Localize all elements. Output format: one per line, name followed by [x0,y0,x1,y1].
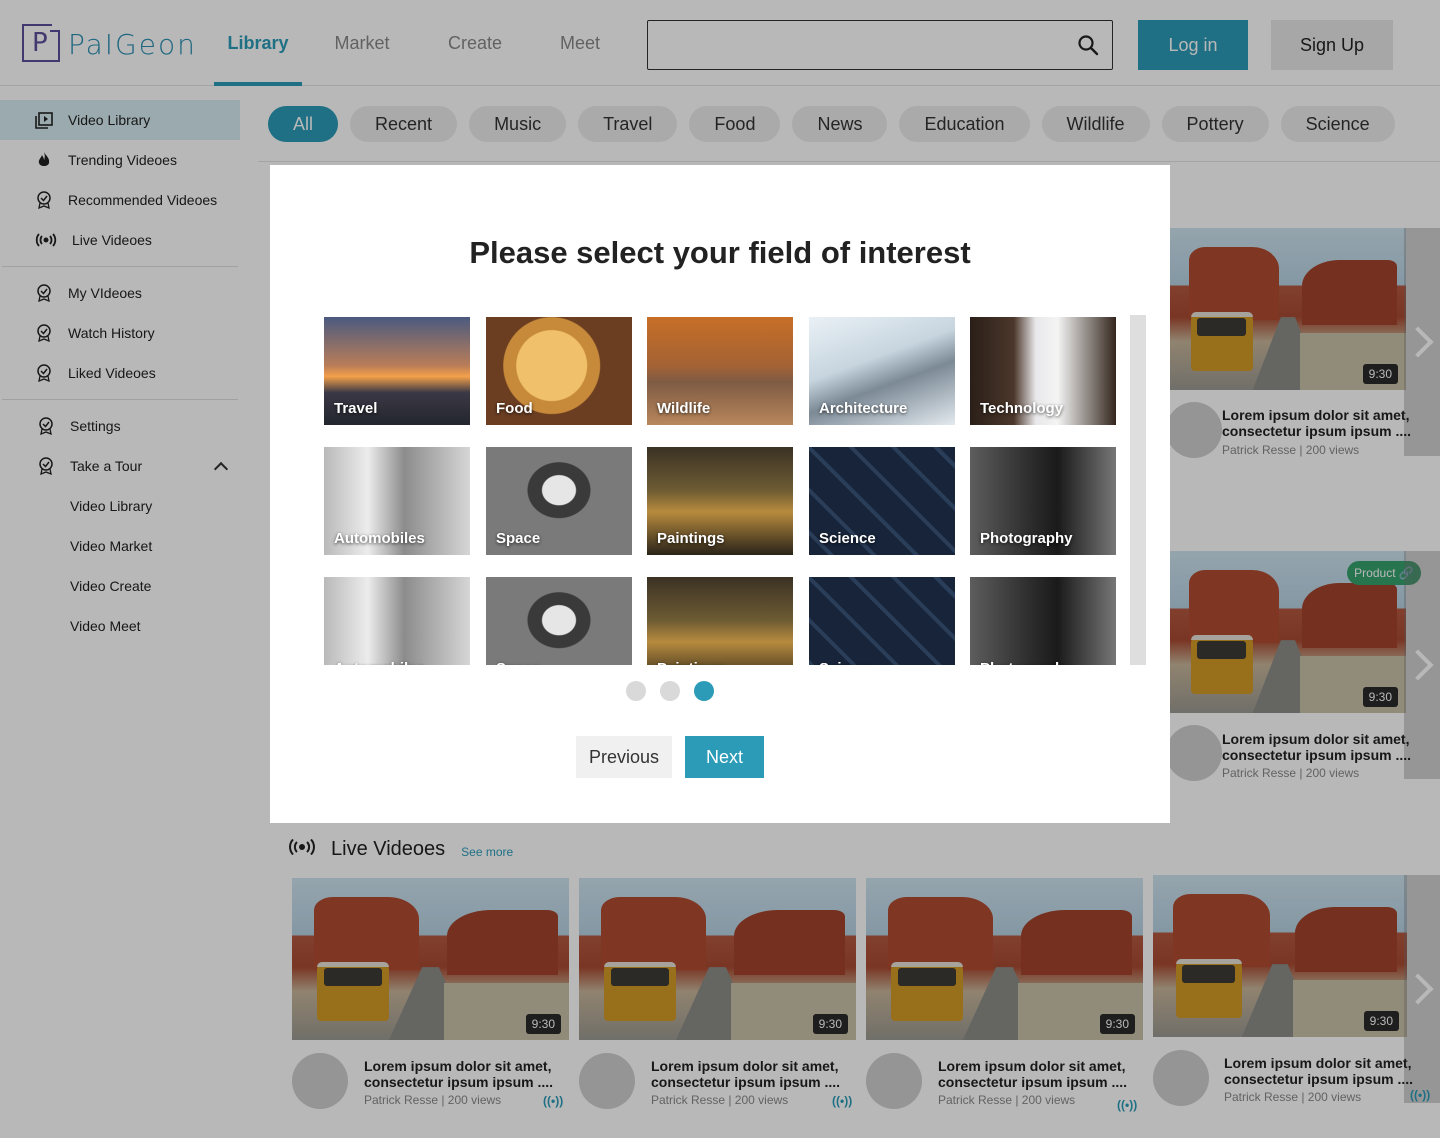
interest-tile-automobiles[interactable]: Automobiles [324,577,470,665]
interest-tile-label: Paintings [657,660,725,665]
interest-tile-label: Space [496,530,541,547]
interest-tile-label: Wildlife [657,400,711,417]
next-button[interactable]: Next [685,736,764,778]
interest-tile-label: Science [819,530,876,547]
interest-tile-label: Photography [980,530,1073,547]
interest-tile-photography[interactable]: Photography [970,577,1116,665]
interest-tile-label: Technology [980,400,1064,417]
interest-tile-paintings[interactable]: Paintings [647,577,793,665]
interest-tile-label: Space [496,660,540,665]
interest-tile-label: Automobiles [334,660,425,665]
interest-tile-label: Automobiles [334,530,425,547]
interest-tile-label: Science [819,660,876,665]
interest-tile-travel[interactable]: Travel [324,317,470,425]
grid-scrollbar[interactable] [1130,315,1146,665]
interest-tile-label: Architecture [819,400,908,417]
modal-title: Please select your field of interest [469,235,971,270]
interest-modal: Please select your field of interest Tra… [270,165,1170,823]
interest-tile-food[interactable]: Food [486,317,632,425]
interest-tile-science[interactable]: Science [809,447,955,555]
pagination-dot[interactable] [626,681,646,701]
interest-tile-wildlife[interactable]: Wildlife [647,317,793,425]
interest-tile-technology[interactable]: Technology [970,317,1116,425]
interest-tile-paintings[interactable]: Paintings [647,447,793,555]
interest-grid: Travel Food Wildlife Architecture Technology… [324,317,1118,665]
interest-tile-label: Travel [334,400,378,417]
interest-tile-label: Paintings [657,530,725,547]
previous-button[interactable]: Previous [576,736,672,778]
pagination-dots [626,681,714,701]
pagination-dot[interactable] [694,681,714,701]
interest-tile-space[interactable]: Space [486,577,632,665]
page-footer-edge [0,1138,1440,1148]
pagination-dot[interactable] [660,681,680,701]
interest-tile-space[interactable]: Space [486,447,632,555]
interest-tile-science[interactable]: Science [809,577,955,665]
interest-tile-photography[interactable]: Photography [970,447,1116,555]
interest-tile-label: Photography [980,660,1073,665]
interest-tile-label: Food [496,400,533,417]
interest-tile-automobiles[interactable]: Automobiles [324,447,470,555]
interest-tile-architecture[interactable]: Architecture [809,317,955,425]
